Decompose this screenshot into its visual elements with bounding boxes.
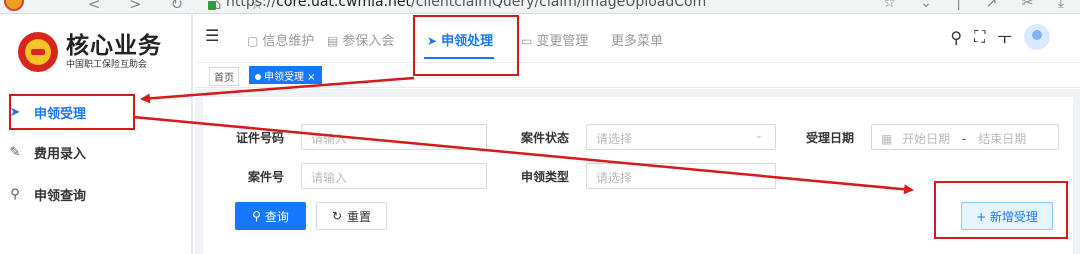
browser-toolbar: < > ↻ ⌂ ☆ https://core.uat.cwmia.net/cli… [0, 0, 1080, 14]
font-size-icon[interactable]: ㅜ [997, 25, 1012, 49]
case-no-input[interactable]: 请输入 [301, 163, 487, 189]
search-icon: ⚲ [252, 209, 261, 223]
nav-item-more-menu[interactable]: 更多菜单 [611, 30, 663, 49]
menu-collapse-icon[interactable]: ☰ [205, 26, 219, 45]
main-content: 证件号码 请输入 案件状态 请选择 ⌄ 受理日期 ▦ 开始日期 - 结束日期 案件… [195, 89, 1080, 254]
monitor-icon: ▭ [521, 34, 533, 48]
search-form-card: 证件号码 请输入 案件状态 请选择 ⌄ 受理日期 ▦ 开始日期 - 结束日期 案件… [203, 97, 1073, 254]
claim-type-select[interactable]: 请选择 ⌄ [586, 163, 776, 189]
top-navigation: ☰ ▢ 信息维护 ▤ 参保入会 ➤ 申领处理 ▭ 变更管理 更多菜单 ⚲ ⛶ ㅜ [195, 14, 1080, 62]
logo-emblem-icon [18, 32, 58, 72]
document-icon: ▢ [247, 34, 259, 48]
sidebar-item-claim-query[interactable]: ⚲ 申领查询 [0, 174, 191, 214]
end-date-placeholder: 结束日期 [978, 132, 1027, 146]
nav-item-claim-process[interactable]: ➤ 申领处理 [427, 30, 493, 49]
sidebar-item-label: 申领受理 [34, 106, 87, 122]
case-no-label: 案件号 [248, 170, 285, 184]
calendar-icon: ▦ [881, 132, 893, 146]
address-bar[interactable]: https://core.uat.cwmia.net/clientclaimQu… [226, 0, 706, 10]
edit-icon: ✎ [9, 144, 21, 160]
cert-no-input[interactable]: 请输入 [301, 124, 487, 150]
start-date-placeholder: 开始日期 [902, 132, 951, 146]
logo-subtitle: 中国职工保险互助会 [66, 60, 148, 70]
form-icon: ▤ [327, 34, 339, 48]
avatar[interactable] [1024, 24, 1050, 50]
active-nav-underline [424, 57, 494, 59]
date-separator: - [962, 132, 967, 146]
sidebar-item-label: 申领查询 [34, 188, 87, 204]
secure-lock-icon [208, 1, 216, 10]
search-icon: ⚲ [10, 186, 20, 202]
query-button[interactable]: ⚲ 查询 [235, 202, 306, 230]
search-icon[interactable]: ⚲ [950, 28, 962, 47]
send-icon: ➤ [427, 34, 438, 48]
tab-claim-accept[interactable]: 申领受理 × [249, 66, 322, 84]
screenshot-root: < > ↻ ⌂ ☆ https://core.uat.cwmia.net/cli… [0, 0, 1080, 254]
refresh-icon: ↻ [331, 209, 343, 223]
sidebar-item-claim-accept[interactable]: ➤ 申领受理 [0, 92, 191, 132]
case-status-label: 案件状态 [521, 131, 570, 145]
browser-right-icons[interactable]: ☆ ⌄ | ↗ ✂ ⤓ [883, 0, 1074, 11]
logo-title: 核心业务 [66, 33, 162, 59]
tab-home[interactable]: 首页 [209, 67, 239, 86]
sidebar: 核心业务 中国职工保险互助会 ➤ 申领受理 ✎ 费用录入 ⚲ 申领查询 [0, 14, 193, 254]
case-status-select[interactable]: 请选择 ⌄ [586, 124, 776, 150]
nav-item-info-maintain[interactable]: ▢ 信息维护 [247, 30, 314, 49]
chevron-down-icon: ⌄ [754, 169, 763, 180]
tabs-bar: 首页 申领受理 × [195, 62, 1080, 88]
app-logo: 核心业务 中国职工保险互助会 [18, 28, 162, 76]
nav-item-enroll[interactable]: ▤ 参保入会 [327, 30, 394, 49]
send-icon: ➤ [9, 104, 21, 120]
accept-date-range[interactable]: ▦ 开始日期 - 结束日期 [871, 124, 1059, 150]
accept-date-label: 受理日期 [806, 131, 855, 145]
sidebar-item-fee-entry[interactable]: ✎ 费用录入 [0, 132, 191, 172]
active-dot-icon [255, 74, 261, 80]
chevron-down-icon: ⌄ [754, 130, 763, 141]
reset-button[interactable]: ↻ 重置 [316, 202, 387, 230]
claim-type-label: 申领类型 [521, 170, 570, 184]
add-claim-button[interactable]: + 新增受理 [961, 202, 1053, 230]
sidebar-item-label: 费用录入 [34, 146, 87, 162]
fullscreen-icon[interactable]: ⛶ [974, 27, 985, 47]
header-tools: ⚲ ⛶ ㅜ [950, 24, 1050, 50]
cert-no-label: 证件号码 [236, 131, 285, 145]
nav-item-change-manage[interactable]: ▭ 变更管理 [521, 30, 588, 49]
